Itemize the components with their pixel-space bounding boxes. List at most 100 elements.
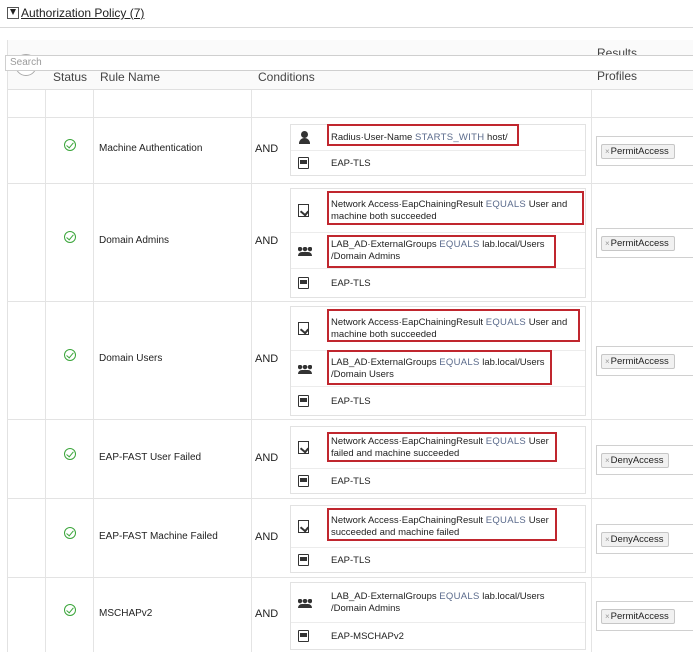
conditions-box[interactable]: Network Access·EapChainingResult EQUALS … bbox=[290, 426, 586, 494]
condition-item[interactable]: EAP-MSCHAPv2 bbox=[291, 623, 585, 651]
condition-item[interactable]: Network Access·EapChainingResult EQUALS … bbox=[291, 189, 585, 233]
condition-operator-keyword: EQUALS bbox=[439, 591, 480, 602]
profile-tag[interactable]: ×PermitAccess bbox=[601, 144, 675, 159]
profile-selector[interactable]: ×DenyAccess bbox=[596, 444, 693, 475]
device-icon bbox=[298, 157, 309, 169]
condition-attribute: EAP-TLS bbox=[331, 555, 371, 566]
condition-item[interactable]: Network Access·EapChainingResult EQUALS … bbox=[291, 506, 585, 548]
profile-selector[interactable]: ×PermitAccess bbox=[596, 346, 693, 376]
condition-attribute: Radius·User-Name bbox=[331, 132, 415, 143]
status-enabled-icon[interactable] bbox=[64, 526, 76, 539]
doc-check-icon bbox=[298, 322, 309, 335]
condition-attribute: Network Access·EapChainingResult bbox=[331, 199, 486, 210]
status-enabled-icon[interactable] bbox=[64, 139, 76, 151]
condition-value-continued: succeeded and machine failed bbox=[331, 527, 460, 538]
condition-text: Network Access·EapChainingResult EQUALS … bbox=[331, 515, 586, 539]
condition-item[interactable]: EAP-TLS bbox=[291, 269, 585, 299]
rule-name[interactable]: Machine Authentication bbox=[99, 143, 202, 154]
condition-text: Network Access·EapChainingResult EQUALS … bbox=[331, 317, 586, 341]
condition-item[interactable]: Network Access·EapChainingResult EQUALS … bbox=[291, 307, 585, 351]
rule-name[interactable]: EAP-FAST User Failed bbox=[99, 452, 201, 463]
table-row[interactable]: Domain Admins AND Network Access·EapChaini… bbox=[7, 183, 693, 301]
search-input[interactable]: Search bbox=[5, 55, 693, 71]
device-icon bbox=[298, 554, 309, 566]
profile-selector[interactable]: ×PermitAccess bbox=[596, 600, 693, 631]
profile-label: DenyAccess bbox=[610, 454, 664, 466]
status-enabled-icon[interactable] bbox=[64, 231, 76, 243]
condition-item[interactable]: Radius·User-Name STARTS_WITH host/ bbox=[291, 125, 585, 151]
profile-tag[interactable]: ×PermitAccess bbox=[601, 354, 675, 369]
condition-item[interactable]: LAB_AD·ExternalGroups EQUALS lab.local/U… bbox=[291, 233, 585, 269]
status-enabled-icon[interactable] bbox=[64, 447, 76, 460]
remove-profile-icon[interactable]: × bbox=[605, 535, 610, 544]
remove-profile-icon[interactable]: × bbox=[605, 357, 610, 366]
condition-operator-keyword: EQUALS bbox=[439, 357, 480, 368]
condition-text: LAB_AD·ExternalGroups EQUALS lab.local/U… bbox=[331, 239, 586, 263]
conditions-box[interactable]: Radius·User-Name STARTS_WITH host/EAP-TL… bbox=[290, 124, 586, 176]
rule-name[interactable]: MSCHAPv2 bbox=[99, 608, 152, 619]
condition-text: LAB_AD·ExternalGroups EQUALS lab.local/U… bbox=[331, 357, 586, 381]
profile-tag[interactable]: ×DenyAccess bbox=[601, 452, 670, 468]
rule-name[interactable]: EAP-FAST Machine Failed bbox=[99, 531, 218, 542]
section-title[interactable]: Authorization Policy (7) bbox=[21, 6, 144, 20]
condition-operator: AND bbox=[255, 607, 279, 620]
header-status: Status bbox=[53, 70, 88, 84]
condition-operator: AND bbox=[255, 451, 279, 464]
condition-item[interactable]: EAP-TLS bbox=[291, 387, 585, 417]
condition-value: User bbox=[526, 515, 549, 526]
profile-tag[interactable]: ×PermitAccess bbox=[601, 608, 675, 624]
header-rule-name: Rule Name bbox=[100, 70, 161, 84]
remove-profile-icon[interactable]: × bbox=[605, 147, 610, 156]
remove-profile-icon[interactable]: × bbox=[605, 239, 610, 248]
table-row[interactable]: EAP-FAST User Failed AND Network Access·Ea… bbox=[7, 419, 693, 498]
status-enabled-icon[interactable] bbox=[64, 603, 76, 616]
device-icon bbox=[298, 277, 309, 289]
search-placeholder: Search bbox=[10, 57, 42, 68]
table-row[interactable]: Machine Authentication AND Radius·User-Nam… bbox=[7, 117, 693, 183]
condition-value: User bbox=[526, 436, 549, 447]
table-row[interactable]: EAP-FAST Machine Failed AND Network Access… bbox=[7, 498, 693, 577]
condition-item[interactable]: EAP-TLS bbox=[291, 469, 585, 495]
condition-text: Network Access·EapChainingResult EQUALS … bbox=[331, 436, 586, 460]
condition-attribute: EAP-TLS bbox=[331, 396, 371, 407]
condition-operator: AND bbox=[255, 353, 279, 365]
profile-tag[interactable]: ×DenyAccess bbox=[601, 531, 670, 547]
profile-selector[interactable]: ×PermitAccess bbox=[596, 228, 693, 258]
condition-value-continued: failed and machine succeeded bbox=[331, 448, 460, 459]
profile-label: PermitAccess bbox=[610, 610, 669, 622]
condition-text: LAB_AD·ExternalGroups EQUALS lab.local/U… bbox=[331, 591, 586, 615]
profile-selector[interactable]: ×PermitAccess bbox=[596, 136, 693, 166]
rule-name[interactable]: Domain Users bbox=[99, 353, 162, 364]
condition-value-continued: /Domain Users bbox=[331, 369, 394, 380]
condition-item[interactable]: Network Access·EapChainingResult EQUALS … bbox=[291, 427, 585, 469]
profile-selector[interactable]: ×DenyAccess bbox=[596, 523, 693, 554]
condition-text: EAP-TLS bbox=[331, 278, 586, 290]
condition-item[interactable]: EAP-TLS bbox=[291, 548, 585, 574]
condition-value: host/ bbox=[484, 132, 508, 143]
status-enabled-icon[interactable] bbox=[64, 349, 76, 361]
condition-item[interactable]: EAP-TLS bbox=[291, 151, 585, 177]
condition-item[interactable]: LAB_AD·ExternalGroups EQUALS lab.local/U… bbox=[291, 351, 585, 387]
condition-operator: AND bbox=[255, 143, 279, 155]
group-icon bbox=[298, 596, 312, 610]
conditions-box[interactable]: Network Access·EapChainingResult EQUALS … bbox=[290, 505, 586, 573]
condition-text: EAP-MSCHAPv2 bbox=[331, 631, 586, 643]
authorization-policy-header[interactable]: Authorization Policy (7) bbox=[0, 0, 693, 28]
profile-tag[interactable]: ×PermitAccess bbox=[601, 236, 675, 251]
profile-label: PermitAccess bbox=[610, 238, 669, 249]
collapse-toggle-icon[interactable] bbox=[7, 7, 19, 19]
condition-item[interactable]: LAB_AD·ExternalGroups EQUALS lab.local/U… bbox=[291, 583, 585, 623]
remove-profile-icon[interactable]: × bbox=[605, 612, 610, 621]
rule-name[interactable]: Domain Admins bbox=[99, 235, 169, 246]
table-row[interactable]: Domain Users AND Network Access·EapChainin… bbox=[7, 301, 693, 419]
table-row[interactable]: MSCHAPv2 AND LAB_AD·ExternalGroups EQUALS … bbox=[7, 577, 693, 652]
condition-operator: AND bbox=[255, 235, 279, 247]
condition-value: User and bbox=[526, 199, 568, 210]
conditions-box[interactable]: Network Access·EapChainingResult EQUALS … bbox=[290, 306, 586, 416]
condition-text: EAP-TLS bbox=[331, 396, 586, 408]
condition-operator-keyword: EQUALS bbox=[485, 317, 527, 328]
conditions-box[interactable]: LAB_AD·ExternalGroups EQUALS lab.local/U… bbox=[290, 582, 586, 650]
condition-text: Network Access·EapChainingResult EQUALS … bbox=[331, 199, 586, 223]
conditions-box[interactable]: Network Access·EapChainingResult EQUALS … bbox=[290, 188, 586, 298]
remove-profile-icon[interactable]: × bbox=[605, 456, 610, 465]
